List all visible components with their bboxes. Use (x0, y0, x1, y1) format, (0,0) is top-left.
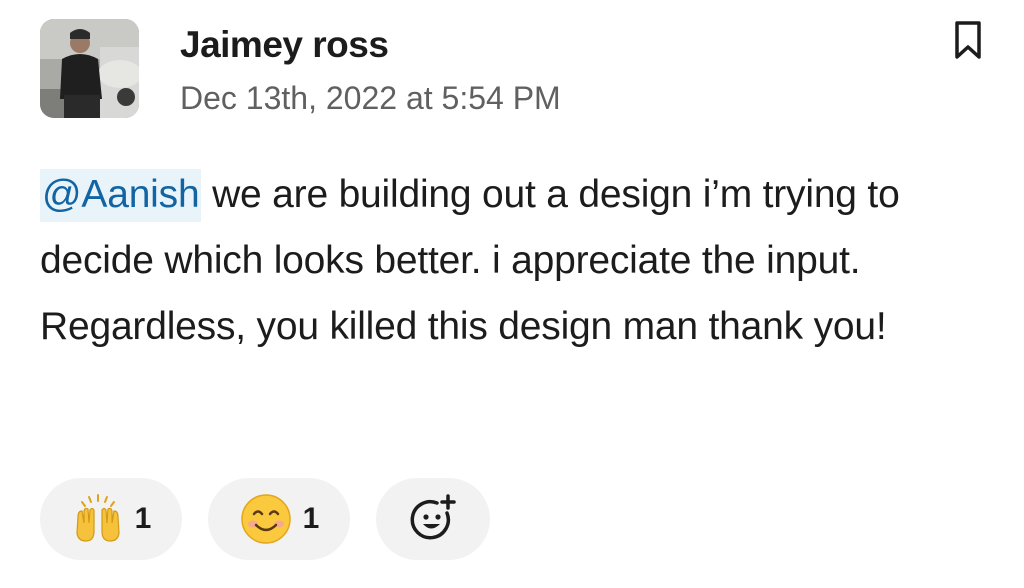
reaction-smiling-face[interactable]: 1 (208, 478, 350, 560)
reaction-count: 1 (302, 502, 320, 535)
reaction-count: 1 (134, 502, 152, 535)
message: Jaimey ross Dec 13th, 2022 at 5:54 PM @A… (0, 0, 1024, 588)
avatar-photo (40, 19, 139, 118)
sender-name[interactable]: Jaimey ross (180, 24, 389, 66)
user-mention[interactable]: @Aanish (40, 169, 202, 222)
bookmark-icon (955, 21, 981, 59)
reaction-bar: 1 1 (40, 478, 490, 560)
avatar[interactable] (40, 19, 139, 118)
add-reaction-icon (406, 492, 460, 546)
raising-hands-icon (71, 492, 125, 546)
save-button[interactable] (950, 18, 986, 62)
reaction-raising-hands[interactable]: 1 (40, 478, 182, 560)
add-reaction-button[interactable] (376, 478, 490, 560)
timestamp[interactable]: Dec 13th, 2022 at 5:54 PM (180, 80, 561, 117)
smiling-face-icon (239, 492, 293, 546)
message-body: @Aanish we are building out a design i’m… (40, 162, 970, 360)
